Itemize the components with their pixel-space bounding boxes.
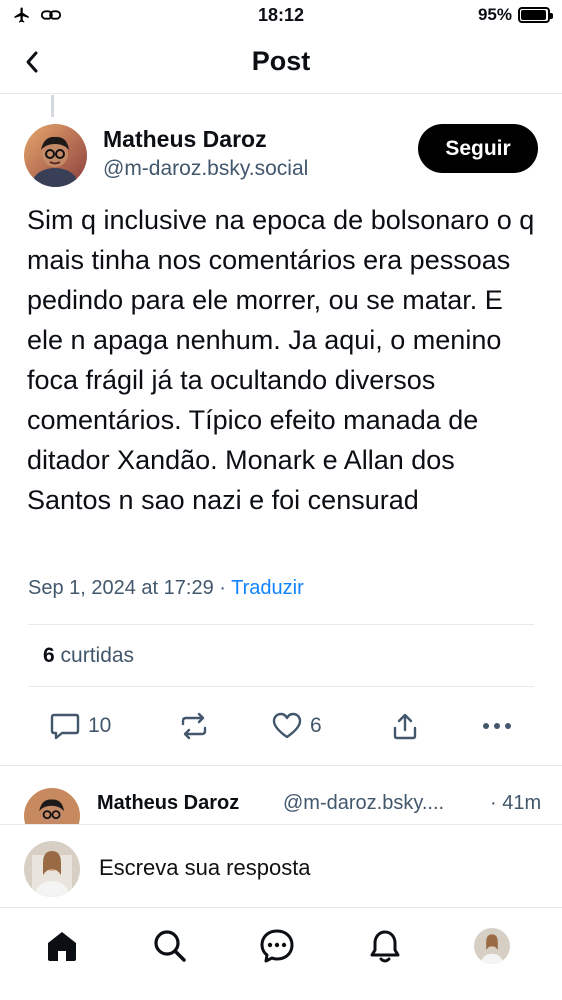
reply-author-handle[interactable]: @m-daroz.bsky.... xyxy=(283,792,444,815)
bottom-nav xyxy=(0,910,562,986)
like-count: 6 xyxy=(310,714,322,737)
bell-icon xyxy=(370,930,400,963)
divider xyxy=(28,686,534,687)
reply-button[interactable]: 10 xyxy=(50,706,111,746)
reply-avatar[interactable] xyxy=(24,788,80,824)
status-bar: 18:12 95% xyxy=(0,0,562,32)
likes-label: curtidas xyxy=(60,644,135,667)
reply-author-name[interactable]: Matheus Daroz xyxy=(97,792,239,815)
battery-icon xyxy=(518,7,553,23)
top-header: Post xyxy=(0,32,562,94)
search-icon xyxy=(154,930,186,962)
meta-separator: · xyxy=(219,577,226,599)
page-title: Post xyxy=(251,46,311,76)
thread-line xyxy=(51,95,54,117)
profile-avatar xyxy=(474,928,510,964)
reply-composer[interactable]: Escreva sua resposta xyxy=(0,824,562,908)
chat-icon xyxy=(260,929,294,963)
nav-home[interactable] xyxy=(42,926,82,966)
nav-notifications[interactable] xyxy=(365,926,405,966)
repost-button[interactable] xyxy=(178,706,210,746)
battery-level xyxy=(521,10,546,20)
reply-preview[interactable]: Matheus Daroz @m-daroz.bsky.... · 41m xyxy=(0,766,562,824)
share-button[interactable] xyxy=(390,706,420,746)
like-button[interactable]: 6 xyxy=(272,706,322,746)
post-text: Sim q inclusive na epoca de bolsonaro o … xyxy=(27,205,535,515)
comment-icon xyxy=(50,713,80,740)
nav-chat[interactable] xyxy=(257,926,297,966)
nav-profile[interactable] xyxy=(472,926,512,966)
share-icon xyxy=(393,713,417,740)
repost-icon xyxy=(181,712,207,740)
nav-search[interactable] xyxy=(150,926,190,966)
status-icons-right: 95% xyxy=(477,5,553,25)
author-name[interactable]: Matheus Daroz xyxy=(103,126,267,153)
battery-percent: 95% xyxy=(477,5,512,24)
translate-link[interactable]: Traduzir xyxy=(231,577,304,599)
post-timestamp: Sep 1, 2024 at 17:29 xyxy=(28,577,214,599)
follow-button[interactable]: Seguir xyxy=(418,124,538,173)
user-avatar xyxy=(24,841,80,897)
likes-count: 6 xyxy=(43,644,55,667)
reply-input-placeholder[interactable]: Escreva sua resposta xyxy=(99,855,311,881)
reply-time: · 41m xyxy=(490,792,542,814)
ellipsis-icon xyxy=(483,723,511,729)
divider xyxy=(28,624,534,625)
more-options-button[interactable] xyxy=(482,706,512,746)
home-icon xyxy=(48,932,76,961)
author-handle[interactable]: @m-daroz.bsky.social xyxy=(103,157,308,181)
post-meta: Sep 1, 2024 at 17:29 · Traduzir xyxy=(28,577,304,600)
author-avatar[interactable] xyxy=(24,124,87,187)
heart-icon xyxy=(272,712,302,739)
reply-count: 10 xyxy=(88,714,112,737)
post-actions: 10 6 xyxy=(0,706,562,746)
likes-summary[interactable]: 6 curtidas xyxy=(43,644,134,668)
